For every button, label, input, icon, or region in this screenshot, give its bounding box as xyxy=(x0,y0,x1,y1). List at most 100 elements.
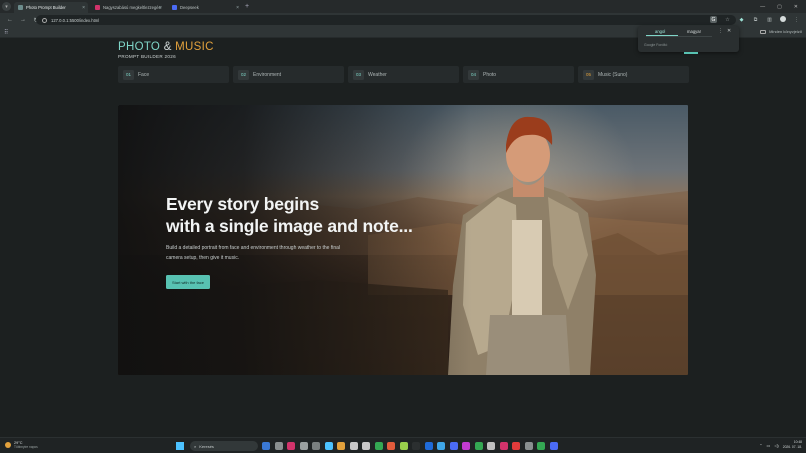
taskbar-app-icon[interactable] xyxy=(287,442,295,450)
taskbar-app-icon[interactable] xyxy=(487,442,495,450)
target-language-tab[interactable]: magyar xyxy=(687,29,701,34)
taskbar-app-icon[interactable] xyxy=(499,442,508,450)
taskbar-app-icon[interactable] xyxy=(462,442,470,450)
title-music: MUSIC xyxy=(175,41,214,53)
apps-grid-icon[interactable]: ⠿ xyxy=(4,29,8,36)
tab-favicon xyxy=(18,5,23,10)
taskbar-search[interactable]: ⌕ Keresés xyxy=(190,441,258,451)
new-tab-button[interactable]: + xyxy=(245,3,249,10)
step-environment[interactable]: 02 Environment xyxy=(233,66,344,83)
taskbar-app-icon[interactable] xyxy=(549,442,558,450)
step-number: 04 xyxy=(468,69,479,80)
taskbar-app-icon[interactable] xyxy=(349,442,358,450)
step-face[interactable]: 01 Face xyxy=(118,66,229,83)
extension-icon[interactable]: ◆ xyxy=(738,16,745,23)
taskbar-app-icon[interactable] xyxy=(512,442,520,450)
back-icon[interactable]: ← xyxy=(7,17,13,23)
tab-search-icon[interactable]: ▾ xyxy=(2,2,11,11)
browser-toolbar: ← → ↻ 127.0.0.1:5500/index.html G ☆ ◆ ⧉ … xyxy=(0,13,806,27)
search-label: Keresés xyxy=(199,443,214,449)
hero-title-line2: with a single image and note... xyxy=(166,216,413,236)
page-subtitle: PROMPT BUILDER 2026 xyxy=(118,54,176,59)
window-controls: — ▢ ✕ xyxy=(760,4,798,10)
taskbar-app-icon[interactable] xyxy=(387,442,395,450)
network-icon[interactable]: ▭ xyxy=(767,443,771,448)
step-music[interactable]: 05 Music (Suno) xyxy=(578,66,689,83)
site-info-icon[interactable] xyxy=(42,17,47,23)
hero-banner: Every story begins with a single image a… xyxy=(118,105,688,375)
translate-popup: angol magyar ⋮ ✕ Google Fordító xyxy=(638,26,739,52)
tab-nagyszabasu[interactable]: Nagyszabású megkeltlezzegés × xyxy=(91,2,165,13)
tab-favicon xyxy=(95,5,100,10)
folder-icon xyxy=(760,29,767,34)
close-icon[interactable]: ✕ xyxy=(727,28,731,34)
taskbar-app-icon[interactable] xyxy=(474,442,483,450)
date: 2026. 07. 18. xyxy=(782,445,802,449)
maximize-icon[interactable]: ▢ xyxy=(777,4,782,10)
close-icon[interactable]: × xyxy=(236,5,239,11)
menu-icon[interactable]: ⋮ xyxy=(793,16,800,23)
taskbar-app-icon[interactable] xyxy=(374,442,383,450)
step-weather[interactable]: 03 Weather xyxy=(348,66,459,83)
title-photo: PHOTO xyxy=(118,41,161,53)
hero-description: Build a detailed portrait from face and … xyxy=(166,245,340,261)
address-bar[interactable]: 127.0.0.1:5500/index.html xyxy=(36,15,736,25)
taskbar-app-icon[interactable] xyxy=(362,442,370,450)
tab-deepseek[interactable]: Deepseek × xyxy=(168,2,242,13)
tab-strip: ▾ Photo Prompt Builder × Nagyszabású meg… xyxy=(0,0,806,13)
close-window-icon[interactable]: ✕ xyxy=(794,4,798,10)
step-label: Music (Suno) xyxy=(598,71,628,78)
taskbar-app-icon[interactable] xyxy=(262,442,270,450)
taskbar-app-icon[interactable] xyxy=(299,442,308,450)
system-tray: ⌃ ▭ ◁) 10:48 2026. 07. 18. xyxy=(759,440,802,450)
tab-favicon xyxy=(172,5,177,10)
taskbar-app-icon[interactable] xyxy=(399,442,408,450)
minimize-icon[interactable]: — xyxy=(760,4,765,10)
taskbar-app-icon[interactable] xyxy=(424,442,433,450)
clock[interactable]: 10:48 2026. 07. 18. xyxy=(783,440,802,450)
translate-accent xyxy=(684,52,698,54)
step-photo[interactable]: 04 Photo xyxy=(463,66,574,83)
windows-start-icon[interactable] xyxy=(176,442,184,450)
taskbar-app-icon[interactable] xyxy=(312,442,320,450)
more-options-icon[interactable]: ⋮ xyxy=(718,28,723,34)
url-text: 127.0.0.1:5500/index.html xyxy=(51,17,100,23)
star-icon[interactable]: ☆ xyxy=(724,16,731,23)
toolbar-actions: G ☆ ◆ ⧉ ▥ ⋮ xyxy=(710,16,800,23)
split-view-icon[interactable]: ▥ xyxy=(766,16,773,23)
translate-footer: Google Fordító xyxy=(644,43,668,47)
step-nav: 01 Face 02 Environment 03 Weather 04 Pho… xyxy=(118,66,689,83)
translate-icon[interactable]: G xyxy=(710,16,717,23)
forward-icon[interactable]: → xyxy=(20,17,26,23)
weather-widget[interactable]: 29°C Többnyire napos xyxy=(5,441,38,449)
volume-icon[interactable]: ◁) xyxy=(774,443,778,448)
hero-gradient xyxy=(118,105,688,375)
search-icon: ⌕ xyxy=(194,443,197,449)
source-language-tab[interactable]: angol xyxy=(655,29,665,34)
taskbar-app-icon[interactable] xyxy=(449,442,458,450)
page-title: PHOTO & MUSIC xyxy=(118,41,214,53)
taskbar-app-icon[interactable] xyxy=(437,442,445,450)
close-icon[interactable]: × xyxy=(159,5,162,11)
all-bookmarks-button[interactable]: Minden könyvjelző xyxy=(760,29,802,34)
taskbar-apps xyxy=(262,442,558,450)
sun-icon xyxy=(5,442,11,448)
taskbar-app-icon[interactable] xyxy=(324,442,333,450)
title-amp: & xyxy=(163,41,172,53)
tab-photo-prompt-builder[interactable]: Photo Prompt Builder × xyxy=(14,2,88,13)
profile-avatar[interactable] xyxy=(780,16,786,22)
taskbar-app-icon[interactable] xyxy=(412,442,420,450)
chevron-up-icon[interactable]: ⌃ xyxy=(759,443,762,448)
step-label: Weather xyxy=(368,71,387,78)
taskbar-app-icon[interactable] xyxy=(537,442,545,450)
close-icon[interactable]: × xyxy=(82,5,85,11)
taskbar-app-icon[interactable] xyxy=(524,442,533,450)
start-button[interactable]: Start with the face xyxy=(166,275,210,289)
taskbar-app-icon[interactable] xyxy=(337,442,345,450)
taskbar-app-icon[interactable] xyxy=(274,442,283,450)
taskbar: 29°C Többnyire napos ⌕ Keresés ⌃ ▭ ◁) 10… xyxy=(0,437,806,453)
step-label: Face xyxy=(138,71,150,78)
extensions-icon[interactable]: ⧉ xyxy=(752,16,759,23)
hero-title-line1: Every story begins xyxy=(166,194,319,214)
brand: PHOTO & MUSIC PROMPT BUILDER 2026 xyxy=(118,41,214,59)
